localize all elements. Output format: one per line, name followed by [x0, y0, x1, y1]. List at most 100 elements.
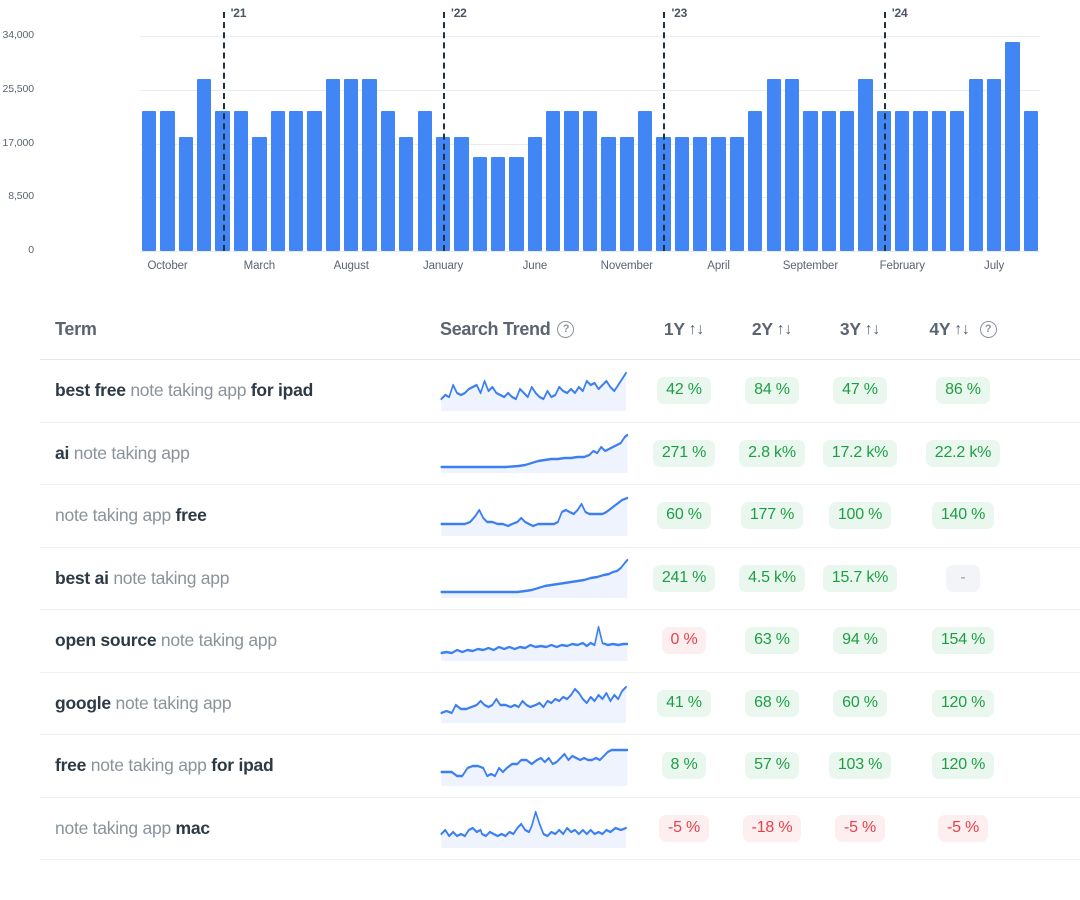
chart-bar[interactable]	[583, 111, 597, 251]
table-row[interactable]: best ai note taking app241 %4.5 k%15.7 k…	[40, 548, 1080, 611]
chart-bar[interactable]	[730, 137, 744, 251]
chart-bar[interactable]	[840, 111, 854, 251]
chart-bar[interactable]	[950, 111, 964, 251]
chart-bar[interactable]	[381, 111, 395, 251]
chart-bar[interactable]	[252, 137, 266, 251]
table-row[interactable]: best free note taking app for ipad42 %84…	[40, 360, 1080, 423]
chart-bar[interactable]	[399, 137, 413, 251]
column-header-1y[interactable]: 1Y ↑↓	[640, 319, 728, 340]
status-badge: 154 %	[932, 627, 994, 654]
chart-bar[interactable]	[546, 111, 560, 251]
column-header-3y[interactable]: 3Y ↑↓	[816, 319, 904, 340]
chart-bar[interactable]	[969, 79, 983, 251]
chart-bar[interactable]	[160, 111, 174, 251]
cell-term[interactable]: open source note taking app	[40, 630, 440, 651]
chart-bar[interactable]	[473, 157, 487, 251]
chart-bar[interactable]	[693, 137, 707, 251]
chart-bar[interactable]	[858, 79, 872, 251]
status-badge: 41 %	[657, 690, 711, 717]
cell-change-1y: 0 %	[640, 627, 728, 654]
status-badge: -18 %	[743, 815, 802, 842]
help-icon[interactable]: ?	[557, 321, 574, 338]
cell-search-trend[interactable]	[440, 621, 640, 661]
cell-change-3y: 47 %	[816, 377, 904, 404]
cell-term[interactable]: free note taking app for ipad	[40, 755, 440, 776]
status-badge: 100 %	[829, 502, 891, 529]
column-header-search-trend[interactable]: Search Trend ?	[440, 319, 640, 340]
term-text: note taking app	[109, 568, 230, 588]
chart-bar[interactable]	[197, 79, 211, 251]
column-header-term[interactable]: Term	[40, 319, 440, 340]
table-row[interactable]: open source note taking app0 %63 %94 %15…	[40, 610, 1080, 673]
chart-bar[interactable]	[932, 111, 946, 251]
column-header-2y[interactable]: 2Y ↑↓	[728, 319, 816, 340]
chart-bar[interactable]	[454, 137, 468, 251]
table-row[interactable]: ai note taking app271 %2.8 k%17.2 k%22.2…	[40, 423, 1080, 486]
status-badge: 177 %	[741, 502, 803, 529]
chart-bar[interactable]	[307, 111, 321, 251]
sort-icon[interactable]: ↑↓	[777, 322, 792, 338]
chart-bar[interactable]	[987, 79, 1001, 251]
sparkline-svg	[440, 433, 630, 473]
chart-bar[interactable]	[418, 111, 432, 251]
table-row[interactable]: note taking app mac-5 %-18 %-5 %-5 %	[40, 798, 1080, 861]
cell-term[interactable]: ai note taking app	[40, 443, 440, 464]
chart-bar[interactable]	[142, 111, 156, 251]
sparkline-svg	[440, 558, 630, 598]
chart-bar[interactable]	[271, 111, 285, 251]
cell-search-trend[interactable]	[440, 496, 640, 536]
column-header-4y[interactable]: 4Y ↑↓ ?	[904, 319, 1022, 340]
chart-bar[interactable]	[362, 79, 376, 251]
chart-bar[interactable]	[289, 111, 303, 251]
chart-bar[interactable]	[638, 111, 652, 251]
chart-bar[interactable]	[344, 79, 358, 251]
status-badge: -5 %	[659, 815, 709, 842]
chart-bar[interactable]	[234, 111, 248, 251]
cell-term[interactable]: note taking app mac	[40, 818, 440, 839]
table-row[interactable]: google note taking app41 %68 %60 %120 %	[40, 673, 1080, 736]
chart-bar[interactable]	[528, 137, 542, 251]
cell-search-trend[interactable]	[440, 746, 640, 786]
status-badge: 140 %	[932, 502, 994, 529]
chart-bar[interactable]	[491, 157, 505, 251]
status-badge: 60 %	[833, 690, 887, 717]
cell-search-trend[interactable]	[440, 808, 640, 848]
chart-bar[interactable]	[711, 137, 725, 251]
cell-term[interactable]: best ai note taking app	[40, 568, 440, 589]
cell-search-trend[interactable]	[440, 433, 640, 473]
chart-bar[interactable]	[748, 111, 762, 251]
sort-icon[interactable]: ↑↓	[865, 322, 880, 338]
chart-bar[interactable]	[803, 111, 817, 251]
table-row[interactable]: note taking app free60 %177 %100 %140 %	[40, 485, 1080, 548]
x-tick-label: November	[601, 260, 653, 272]
table-header-row: Term Search Trend ? 1Y ↑↓ 2Y ↑↓ 3Y ↑↓ 4Y…	[40, 300, 1080, 360]
chart-bar[interactable]	[822, 111, 836, 251]
cell-change-4y: 22.2 k%	[904, 440, 1022, 467]
chart-bar[interactable]	[509, 157, 523, 251]
cell-change-3y: -5 %	[816, 815, 904, 842]
status-badge: 0 %	[662, 627, 707, 654]
chart-bar[interactable]	[913, 111, 927, 251]
cell-search-trend[interactable]	[440, 683, 640, 723]
cell-search-trend[interactable]	[440, 558, 640, 598]
sort-icon[interactable]: ↑↓	[954, 322, 969, 338]
chart-bar[interactable]	[785, 79, 799, 251]
chart-bar[interactable]	[1024, 111, 1038, 251]
cell-term[interactable]: google note taking app	[40, 693, 440, 714]
cell-change-3y: 60 %	[816, 690, 904, 717]
sort-icon[interactable]: ↑↓	[689, 322, 704, 338]
chart-bar[interactable]	[326, 79, 340, 251]
cell-search-trend[interactable]	[440, 371, 640, 411]
cell-term[interactable]: best free note taking app for ipad	[40, 380, 440, 401]
chart-bar[interactable]	[895, 111, 909, 251]
chart-bar[interactable]	[675, 137, 689, 251]
chart-bar[interactable]	[179, 137, 193, 251]
table-row[interactable]: free note taking app for ipad8 %57 %103 …	[40, 735, 1080, 798]
chart-bar[interactable]	[564, 111, 578, 251]
cell-term[interactable]: note taking app free	[40, 505, 440, 526]
chart-bar[interactable]	[601, 137, 615, 251]
chart-bar[interactable]	[767, 79, 781, 251]
chart-bar[interactable]	[620, 137, 634, 251]
chart-bar[interactable]	[1005, 42, 1019, 251]
help-icon[interactable]: ?	[980, 321, 997, 338]
